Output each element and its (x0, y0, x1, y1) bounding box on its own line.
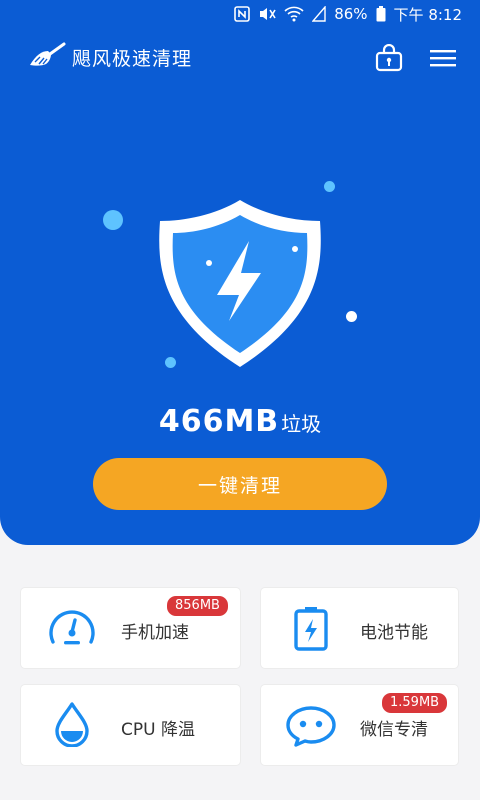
boost-badge: 856MB (167, 596, 228, 616)
clock: 下午 8:12 (393, 5, 462, 24)
decor-dot (324, 181, 335, 192)
cpu-cooling-card[interactable]: CPU 降温 (21, 685, 240, 765)
junk-amount: 466MB 垃圾 (0, 404, 480, 439)
water-drop-icon (53, 701, 91, 751)
lock-bag-icon[interactable] (374, 43, 404, 72)
phone-boost-card[interactable]: 手机加速 856MB (21, 588, 240, 668)
battery-saver-label: 电池节能 (360, 623, 428, 643)
wechat-clean-card[interactable]: 微信专清 1.59MB (261, 685, 458, 765)
chat-bubble-icon (285, 705, 337, 751)
status-bar: 86% 下午 8:12 (0, 0, 480, 28)
wechat-clean-label: 微信专清 (360, 720, 428, 740)
decor-dot (103, 210, 123, 230)
app-bar: 飓风极速清理 (0, 36, 480, 76)
battery-status-icon (376, 6, 386, 22)
speedometer-icon (45, 608, 99, 652)
battery-percent: 86% (334, 5, 368, 23)
app-title: 飓风极速清理 (72, 48, 193, 70)
battery-saver-card[interactable]: 电池节能 (261, 588, 458, 668)
phone-boost-label: 手机加速 (121, 623, 189, 643)
menu-icon[interactable] (428, 46, 458, 70)
signal-icon (312, 6, 326, 22)
wifi-icon (284, 6, 304, 22)
nfc-icon (234, 6, 251, 22)
one-key-clean-button[interactable]: 一键清理 (93, 458, 387, 510)
battery-icon (293, 605, 329, 655)
mute-icon (258, 6, 276, 22)
wechat-badge: 1.59MB (382, 693, 448, 713)
cpu-cooling-label: CPU 降温 (121, 720, 195, 740)
decor-dot (346, 311, 357, 322)
junk-unit: 垃圾 (281, 412, 322, 436)
shield-lightning-icon (145, 195, 335, 375)
broom-logo-icon (28, 42, 66, 70)
junk-size: 466MB (158, 404, 280, 439)
